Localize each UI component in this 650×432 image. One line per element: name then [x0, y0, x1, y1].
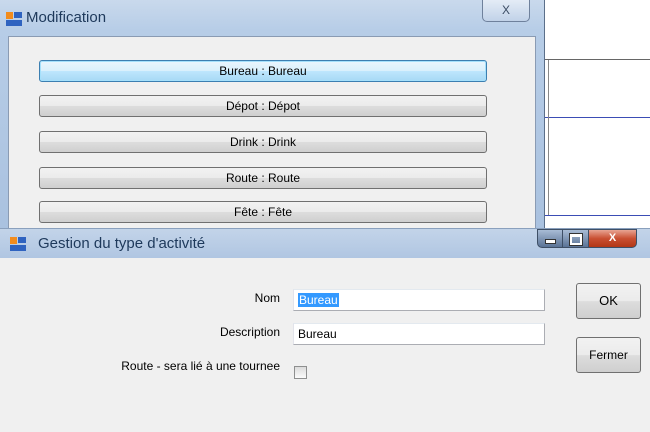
item-button-route[interactable]: Route : Route [39, 167, 487, 189]
nom-value: Bureau [298, 293, 339, 307]
window-title: Modification [26, 9, 107, 26]
ok-button[interactable]: OK [576, 283, 641, 319]
modification-list: Bureau : Bureau Dépot : Dépot Drink : Dr… [8, 36, 536, 246]
description-field[interactable]: Bureau [293, 323, 545, 345]
modification-window: Modification X Bureau : Bureau Dépot : D… [0, 0, 545, 246]
background-divider [545, 215, 650, 216]
nom-field[interactable]: Bureau [293, 289, 545, 311]
maximize-button[interactable] [563, 229, 589, 248]
title-bar[interactable]: Gestion du type d'activité X [0, 228, 650, 258]
form-area: Nom Bureau Description Bureau Route - se… [0, 258, 650, 432]
background-divider [545, 59, 650, 60]
minimize-icon [544, 239, 556, 244]
close-button[interactable]: X [482, 0, 530, 22]
close-button[interactable]: X [589, 229, 637, 248]
background-app-area [540, 0, 650, 232]
app-icon [10, 237, 26, 251]
route-label: Route - sera lié à une tournee [121, 359, 280, 373]
close-icon: X [608, 232, 617, 244]
caption-buttons: X [537, 229, 637, 249]
description-label: Description [219, 325, 280, 339]
app-icon [6, 12, 22, 26]
item-button-bureau[interactable]: Bureau : Bureau [39, 60, 487, 82]
background-divider [545, 117, 650, 118]
nom-label: Nom [254, 291, 280, 305]
item-button-drink[interactable]: Drink : Drink [39, 131, 487, 153]
gestion-window: Gestion du type d'activité X Nom Bureau … [0, 228, 650, 432]
window-title: Gestion du type d'activité [38, 235, 206, 252]
description-value: Bureau [298, 327, 337, 341]
item-button-depot[interactable]: Dépot : Dépot [39, 95, 487, 117]
item-button-fete[interactable]: Fête : Fête [39, 201, 487, 223]
minimize-button[interactable] [537, 229, 563, 248]
close-icon: X [501, 3, 510, 17]
maximize-icon [568, 233, 583, 246]
route-checkbox[interactable] [294, 366, 307, 379]
fermer-button[interactable]: Fermer [576, 337, 641, 373]
background-divider [548, 60, 549, 215]
